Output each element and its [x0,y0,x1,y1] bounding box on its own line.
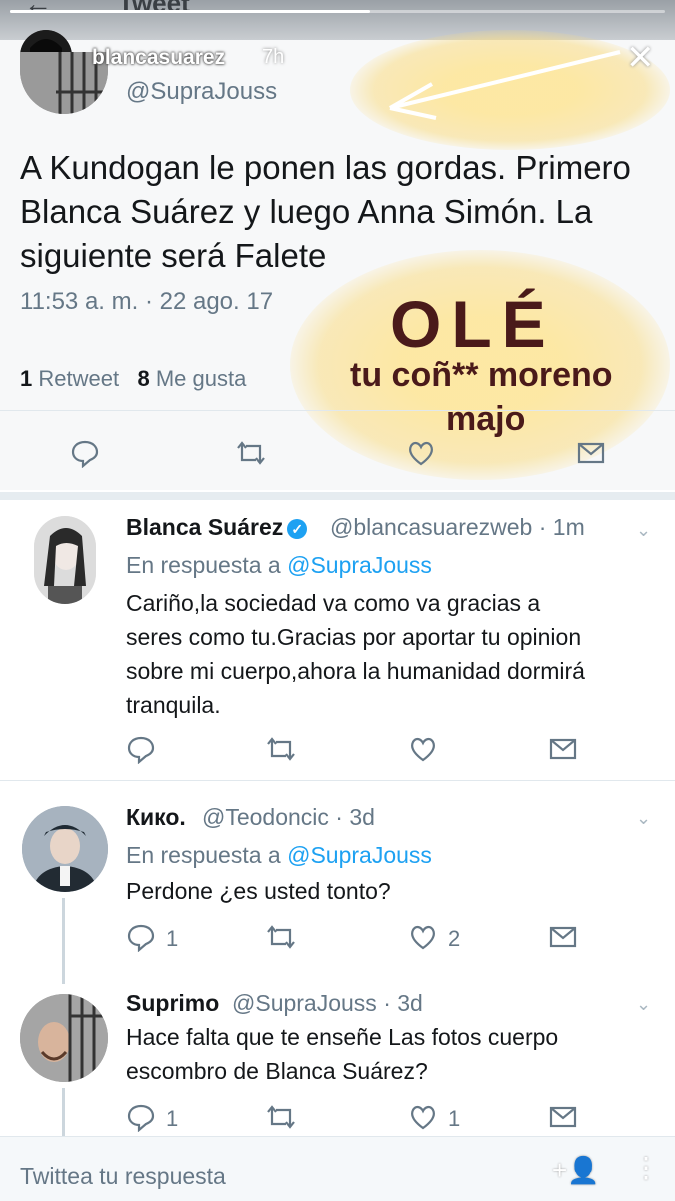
reply-icon[interactable] [126,922,156,953]
reply-author-name[interactable]: Suprimo [126,990,219,1017]
reply-icon[interactable] [70,438,100,469]
reply-author-name[interactable]: Кико. [126,804,186,831]
reply-text-line: seres como tu.Gracias por aportar tu opi… [126,624,582,650]
story-progress-bar [10,10,665,13]
retweet-icon[interactable] [236,438,266,468]
reply-author-name[interactable]: Blanca Suárez ✓ [126,514,308,541]
in-reply-prefix: En respuesta a [126,552,281,578]
reply-handle[interactable]: @Teodoncic · 3d [202,804,375,831]
overlay-ole: OLÉ [390,287,556,361]
add-user-icon[interactable]: +👤 [552,1155,600,1186]
retweet-icon[interactable] [266,922,296,952]
reply-text: Hace falta que te enseñe Las fotos cuerp… [126,1020,558,1088]
reply-avatar[interactable] [22,806,108,892]
reply-text-line: Hace falta que te enseñe Las fotos cuerp… [126,1024,559,1050]
drawn-arrow-icon [389,50,621,120]
chevron-down-icon[interactable]: ⌄ [636,520,651,541]
in-reply-to: En respuesta a @SupraJouss [126,552,432,579]
main-tweet-text: A Kundogan le ponen las gordas. Primero … [20,149,631,274]
reply-icon[interactable] [126,734,156,765]
like-count: 2 [448,926,461,951]
reply-text: Cariño,la sociedad va como va gracias a … [126,586,585,722]
story-time: 7h [262,46,285,68]
close-icon[interactable]: ✕ [626,38,655,78]
reply-input[interactable]: Twittea tu respuesta [20,1163,226,1190]
like-count: 8 [137,366,150,391]
tweet-stats: 1 Retweet 8 Me gusta [20,366,246,392]
story-username[interactable]: blancasuarez [92,46,225,70]
reply-text-line: tranquila. [126,692,221,718]
message-icon[interactable] [548,922,578,952]
overlay-line-2: majo [446,400,526,438]
reply-author-name-text: Blanca Suárez [126,514,284,540]
retweet-icon[interactable] [266,1102,296,1132]
reply-text-line: Cariño,la sociedad va como va gracias a [126,590,541,616]
story-progress-fill [10,10,371,13]
reply-icon[interactable] [126,1102,156,1133]
reply-handle[interactable]: @blancasuarezweb · 1m [330,514,585,541]
more-options-icon[interactable]: ⋮ [632,1151,660,1184]
message-icon[interactable] [548,1102,578,1132]
reply-text: Perdone ¿es usted tonto? [126,874,391,908]
reply-count: 1 [166,1106,179,1131]
reply-text-line: sobre mi cuerpo,ahora la humanidad dormi… [126,658,585,684]
verified-icon: ✓ [287,518,308,539]
in-reply-link[interactable]: @SupraJouss [287,842,432,868]
like-count: 1 [448,1106,461,1131]
retweet-label[interactable]: Retweet [38,366,119,391]
chevron-down-icon[interactable]: ⌄ [636,808,651,829]
reply-avatar[interactable] [20,994,108,1082]
divider [0,492,675,500]
message-icon[interactable] [576,438,606,468]
main-tweet-timestamp[interactable]: 11:53 a. m. · 22 ago. 17 [20,288,273,316]
like-label[interactable]: Me gusta [156,366,247,391]
like-icon[interactable] [408,734,438,764]
reply-text-line: Perdone ¿es usted tonto? [126,878,391,904]
divider [0,780,675,781]
thread-line [62,898,65,984]
thread-line [62,1088,65,1136]
reply-composer[interactable]: Twittea tu respuesta +👤 ⋮ [0,1136,675,1201]
main-tweet-handle[interactable]: @SupraJouss [126,78,277,106]
reply-handle[interactable]: @SupraJouss · 3d [232,990,423,1017]
like-icon[interactable] [408,1102,438,1132]
reply-count: 1 [166,926,179,951]
chevron-down-icon[interactable]: ⌄ [636,994,651,1015]
in-reply-to: En respuesta a @SupraJouss [126,842,432,869]
reply-avatar[interactable] [34,516,96,604]
reply-text-line: escombro de Blanca Suárez? [126,1058,428,1084]
in-reply-prefix: En respuesta a [126,842,281,868]
overlay-line-1: tu coñ** moreno [350,356,613,394]
retweet-count: 1 [20,366,33,391]
retweet-icon[interactable] [266,734,296,764]
like-icon[interactable] [408,922,438,952]
like-icon[interactable] [406,438,436,468]
divider [0,410,675,411]
message-icon[interactable] [548,734,578,764]
in-reply-link[interactable]: @SupraJouss [287,552,432,578]
